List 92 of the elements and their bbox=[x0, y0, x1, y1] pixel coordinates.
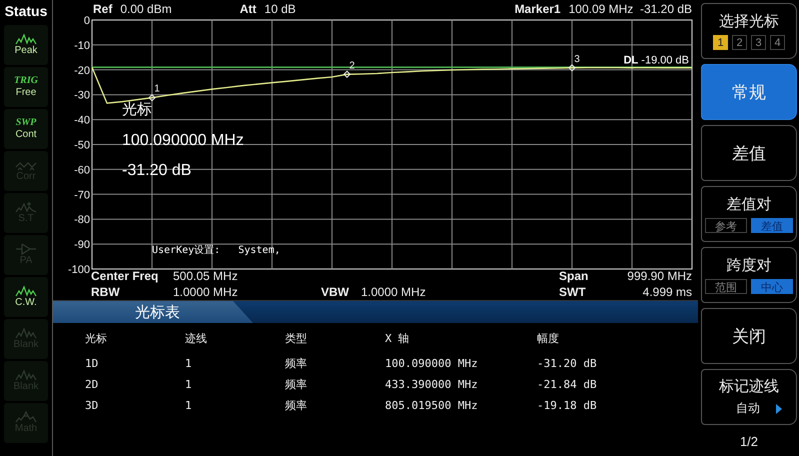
header-value: 100.09 MHz -31.20 dB bbox=[568, 2, 692, 16]
setting-value: 1.0000 MHz bbox=[361, 285, 426, 299]
option-toggle[interactable]: 参考 bbox=[705, 218, 747, 233]
softkey-value: 自动 bbox=[736, 400, 760, 417]
userkey-note: UserKey设置: System, bbox=[152, 244, 280, 257]
table-tab[interactable]: 光标表 bbox=[53, 301, 253, 323]
axis-tick-label: -90 bbox=[74, 239, 90, 252]
table-cell-text: 频率 bbox=[285, 377, 308, 393]
marker-readout-title: 光标 bbox=[122, 100, 152, 119]
axis-tick-label: -40 bbox=[74, 114, 90, 127]
column-header: 迹线 bbox=[185, 331, 208, 347]
waveform-icon bbox=[15, 411, 37, 423]
marker-point bbox=[568, 64, 576, 72]
softkey[interactable]: 差值 bbox=[701, 125, 797, 181]
softkey[interactable]: 选择光标 1 2 3 4 bbox=[701, 3, 797, 59]
triangle-icon bbox=[776, 404, 782, 414]
status-label: Cont bbox=[15, 129, 37, 141]
page-indicator: 1/2 bbox=[738, 434, 760, 449]
header-value: 0.00 dBm bbox=[120, 2, 172, 16]
waveform-icon bbox=[15, 33, 37, 45]
status-title: Status bbox=[4, 3, 48, 19]
marker-point bbox=[343, 70, 351, 78]
table-cell-text: -21.84 dB bbox=[537, 377, 598, 393]
display-line-label: DL -19.00 dB bbox=[624, 54, 689, 66]
table-cell-text: 3D bbox=[85, 398, 100, 414]
status-tag: SWP bbox=[16, 117, 36, 129]
marker-label: 3 bbox=[574, 54, 580, 65]
table-cell-text: 频率 bbox=[285, 356, 308, 372]
setting-label: Span bbox=[559, 269, 588, 283]
status-label: Free bbox=[16, 87, 36, 99]
softkey[interactable]: 跨度对 范围 中心 bbox=[701, 247, 797, 303]
softkey-label: 选择光标 bbox=[719, 12, 779, 31]
axis-tick-label: -50 bbox=[74, 140, 90, 152]
table-cell-text: -31.20 dB bbox=[537, 356, 598, 372]
status-label: Peak bbox=[14, 45, 38, 57]
softkey[interactable]: 差值对 参考 差值 bbox=[701, 186, 797, 242]
axis-tick-label: -30 bbox=[74, 90, 90, 102]
column-header: 光标 bbox=[85, 331, 108, 347]
softkey[interactable]: 标记迹线 自动 bbox=[701, 369, 797, 425]
header-label: Ref bbox=[93, 2, 112, 16]
column-header: X 轴 bbox=[385, 331, 410, 347]
waveform-icon bbox=[15, 327, 37, 339]
axis-tick-label: -60 bbox=[74, 164, 90, 176]
column-header: 类型 bbox=[285, 331, 308, 347]
waveform-icon bbox=[15, 285, 37, 297]
axis-tick-label: -70 bbox=[74, 189, 90, 202]
setting-label: SWT bbox=[559, 285, 586, 299]
header-label: Att bbox=[240, 2, 256, 16]
waveform-icon bbox=[15, 201, 37, 213]
waveform-icon bbox=[15, 369, 37, 381]
marker-label: 1 bbox=[154, 84, 160, 95]
amplifier-icon bbox=[15, 243, 37, 255]
status-tag: TRIG bbox=[14, 75, 38, 87]
table-cell-text: 433.390000 MHz bbox=[385, 377, 479, 393]
table-cell-text: 805.019500 MHz bbox=[385, 398, 479, 414]
table-cell-text: 1 bbox=[185, 398, 193, 414]
setting-label: RBW bbox=[91, 285, 121, 299]
table-cell-text: 1D bbox=[85, 356, 100, 372]
setting-value: 4.999 ms bbox=[642, 285, 692, 299]
marker-number[interactable]: 1 bbox=[713, 35, 728, 50]
marker-number[interactable]: 3 bbox=[751, 35, 766, 50]
header-label: Marker1 bbox=[514, 2, 561, 16]
axis-tick-label: -100 bbox=[68, 264, 90, 274]
option-toggle[interactable]: 范围 bbox=[705, 279, 747, 294]
marker-frequency: 100.090000 MHz bbox=[122, 132, 244, 150]
axis-tick-label: -80 bbox=[74, 214, 90, 226]
status-label: C.W. bbox=[15, 297, 37, 309]
marker-amplitude: -31.20 dB bbox=[122, 162, 192, 180]
marker-number[interactable]: 4 bbox=[770, 35, 785, 50]
marker-number[interactable]: 2 bbox=[732, 35, 747, 50]
softkey-label: 标记迹线 bbox=[719, 377, 779, 396]
softkey[interactable]: 常规 bbox=[701, 64, 797, 120]
marker-point bbox=[148, 94, 156, 102]
table-cell-text: -19.18 dB bbox=[537, 398, 598, 414]
softkey-label: 跨度对 bbox=[726, 256, 772, 275]
table-cell-text: 1 bbox=[185, 356, 193, 372]
axis-tick-label: -20 bbox=[74, 64, 90, 77]
table-cell-text: 2D bbox=[85, 377, 100, 393]
softkey-label: 差值对 bbox=[726, 195, 772, 214]
table-cell-text: 频率 bbox=[285, 398, 308, 414]
table-cell-text: 100.090000 MHz bbox=[385, 356, 479, 372]
setting-value: 500.05 MHz bbox=[173, 269, 238, 283]
column-header: 幅度 bbox=[537, 331, 560, 347]
header-value: 10 dB bbox=[264, 2, 296, 16]
axis-tick-label: 0 bbox=[84, 15, 90, 27]
setting-value: 999.90 MHz bbox=[627, 269, 692, 283]
setting-label: Center Freq bbox=[91, 269, 160, 283]
setting-label: VBW bbox=[321, 285, 350, 299]
softkey[interactable]: 关闭 bbox=[701, 308, 797, 364]
axis-tick-label: -10 bbox=[74, 40, 90, 52]
setting-value: 1.0000 MHz bbox=[173, 285, 238, 299]
table-cell-text: 1 bbox=[185, 377, 193, 393]
